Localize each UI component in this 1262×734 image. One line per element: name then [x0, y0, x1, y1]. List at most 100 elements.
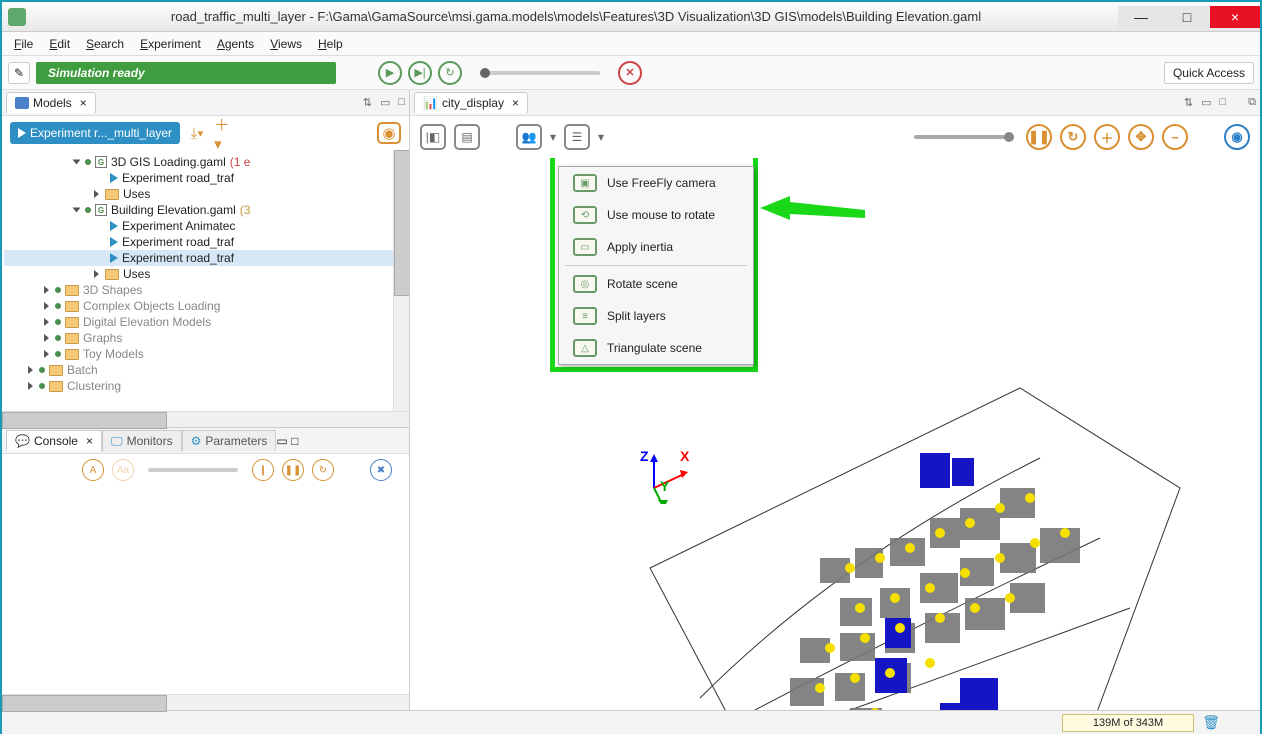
pause-console-icon[interactable]: ❙	[252, 459, 274, 481]
maximize-panel-icon[interactable]: □	[291, 434, 298, 448]
tree-item[interactable]: Clustering	[67, 379, 121, 393]
menu-item-inertia[interactable]: ▭Apply inertia	[559, 231, 753, 263]
view-menu-icon[interactable]: ⇅	[1184, 96, 1193, 109]
menu-item-rotate-scene[interactable]: ◎Rotate scene	[559, 268, 753, 300]
zoom-in-icon[interactable]: ＋	[1094, 124, 1120, 150]
font-aa-icon[interactable]: Aa	[112, 459, 134, 481]
console-panel-tools: ▭ □	[276, 434, 298, 448]
rotate-scene-icon: ◎	[573, 275, 597, 293]
menu-bar: File Edit Search Experiment Agents Views…	[2, 32, 1260, 56]
display-toolbar: |◧ ▤ 👥 ▾ ☰ ▾ ❚❚ ↻ ＋ ✥ − ◉	[410, 116, 1260, 158]
play-button[interactable]: ▶	[378, 61, 402, 85]
tree-item[interactable]: Experiment Animatec	[122, 219, 235, 233]
tree-item[interactable]: 3D GIS Loading.gaml	[111, 155, 226, 169]
menu-experiment[interactable]: Experiment	[134, 35, 207, 53]
menu-item-triangulate[interactable]: △Triangulate scene	[559, 332, 753, 364]
tab-console-close-icon[interactable]: ×	[86, 434, 93, 448]
tree-item[interactable]: Batch	[67, 363, 98, 377]
left-panel: Models × ⇅ ▭ □ Experiment r..._multi_lay…	[2, 90, 410, 710]
import-icon[interactable]: ⤓▾	[186, 122, 208, 144]
3d-viewport[interactable]: ▣Use FreeFly camera ⟲Use mouse to rotate…	[410, 158, 1260, 710]
maximize-panel-icon[interactable]: □	[1219, 96, 1226, 109]
zoom-slider[interactable]	[914, 135, 1014, 139]
menu-agents[interactable]: Agents	[211, 35, 260, 53]
tab-city-display-close-icon[interactable]: ×	[512, 96, 519, 110]
step-button[interactable]: ▶|	[408, 61, 432, 85]
tree-item[interactable]: Uses	[123, 267, 150, 281]
panel-tools: ⇅ ▭ □	[363, 96, 405, 109]
refresh-console-icon[interactable]: ↻	[312, 459, 334, 481]
memory-indicator: 139M of 343M	[1062, 714, 1194, 732]
maximize-button[interactable]: □	[1164, 6, 1210, 28]
tree-vscrollbar[interactable]	[393, 150, 409, 411]
console-slider[interactable]	[148, 468, 238, 472]
font-a-icon[interactable]: A	[82, 459, 104, 481]
menu-file[interactable]: File	[8, 35, 39, 53]
experiment-header: Experiment r..._multi_layer ⤓▾ ＋▾ ◉	[2, 116, 409, 150]
minimize-panel-icon[interactable]: ▭	[276, 434, 287, 448]
fit-zoom-icon[interactable]: ✥	[1128, 124, 1154, 150]
models-panel: Models × ⇅ ▭ □ Experiment r..._multi_lay…	[2, 90, 409, 428]
maximize-panel-icon[interactable]: □	[398, 96, 405, 109]
console-hscrollbar[interactable]	[2, 694, 409, 710]
close-button[interactable]: ×	[1210, 6, 1260, 28]
clear-console-icon[interactable]: ✖	[370, 459, 392, 481]
tree-item[interactable]: Uses	[123, 187, 150, 201]
tab-monitors[interactable]: 🖵Monitors	[102, 430, 182, 452]
tree-item[interactable]: Complex Objects Loading	[83, 299, 220, 313]
tree-item[interactable]: Building Elevation.gaml	[111, 203, 236, 217]
tab-parameters[interactable]: ⚙Parameters	[182, 430, 277, 451]
chevron-down-icon[interactable]: ▾	[598, 130, 604, 144]
tree-item[interactable]: Experiment road_traf	[122, 251, 234, 265]
detach-panel-icon[interactable]: ⧉	[1248, 96, 1256, 109]
tab-city-display[interactable]: 📊 city_display ×	[414, 92, 528, 113]
gc-trash-icon[interactable]: 🗑	[1202, 714, 1220, 731]
chevron-down-icon[interactable]: ▾	[550, 130, 556, 144]
add-icon[interactable]: ＋▾	[214, 122, 236, 144]
pause2-console-icon[interactable]: ❚❚	[282, 459, 304, 481]
snapshot-icon[interactable]: ◉	[377, 122, 401, 144]
sidebar-toggle-icon[interactable]: |◧	[420, 124, 446, 150]
menu-help[interactable]: Help	[312, 35, 349, 53]
tree-item[interactable]: Graphs	[83, 331, 122, 345]
agents-icon[interactable]: 👥	[516, 124, 542, 150]
minimize-panel-icon[interactable]: ▭	[1201, 96, 1211, 109]
tree-item[interactable]: 3D Shapes	[83, 283, 142, 297]
tab-console[interactable]: 💬Console×	[6, 430, 102, 451]
tree-item[interactable]: Experiment road_traf	[122, 171, 234, 185]
zoom-out-icon[interactable]: −	[1162, 124, 1188, 150]
pause-display-icon[interactable]: ❚❚	[1026, 124, 1052, 150]
minimize-button[interactable]: —	[1118, 6, 1164, 28]
model-tree[interactable]: G3D GIS Loading.gaml (1 e Experiment roa…	[2, 150, 409, 411]
view-menu-icon[interactable]: ⇅	[363, 96, 372, 109]
minimize-panel-icon[interactable]: ▭	[380, 96, 390, 109]
tree-item[interactable]: Experiment road_traf	[122, 235, 234, 249]
camera-snapshot-icon[interactable]: ◉	[1224, 124, 1250, 150]
models-tab-row: Models × ⇅ ▭ □	[2, 90, 409, 116]
sync-display-icon[interactable]: ↻	[1060, 124, 1086, 150]
overlay-toggle-icon[interactable]: ▤	[454, 124, 480, 150]
menu-item-split-layers[interactable]: ≡Split layers	[559, 300, 753, 332]
tab-models-close-icon[interactable]: ×	[80, 96, 87, 110]
stop-button[interactable]: ✕	[618, 61, 642, 85]
console-tab-row: 💬Console× 🖵Monitors ⚙Parameters ▭ □	[2, 428, 409, 454]
quick-access[interactable]: Quick Access	[1164, 62, 1254, 84]
edit-icon[interactable]: ✎	[8, 62, 30, 84]
menu-item-freefly[interactable]: ▣Use FreeFly camera	[559, 167, 753, 199]
tab-models[interactable]: Models ×	[6, 92, 96, 113]
menu-edit[interactable]: Edit	[43, 35, 76, 53]
run-experiment-button[interactable]: Experiment r..._multi_layer	[10, 122, 180, 144]
play-icon	[18, 128, 26, 138]
reload-button[interactable]: ↻	[438, 61, 462, 85]
tree-hscrollbar[interactable]	[2, 411, 409, 427]
tree-item[interactable]: Digital Elevation Models	[83, 315, 211, 329]
menu-item-mouse-rotate[interactable]: ⟲Use mouse to rotate	[559, 199, 753, 231]
app-icon	[8, 8, 26, 26]
speed-slider[interactable]	[480, 71, 600, 75]
tree-item[interactable]: Toy Models	[83, 347, 144, 361]
status-bar: 139M of 343M 🗑	[2, 710, 1260, 734]
menu-search[interactable]: Search	[80, 35, 130, 53]
console-output[interactable]	[2, 486, 409, 694]
layers-menu-icon[interactable]: ☰	[564, 124, 590, 150]
menu-views[interactable]: Views	[264, 35, 308, 53]
